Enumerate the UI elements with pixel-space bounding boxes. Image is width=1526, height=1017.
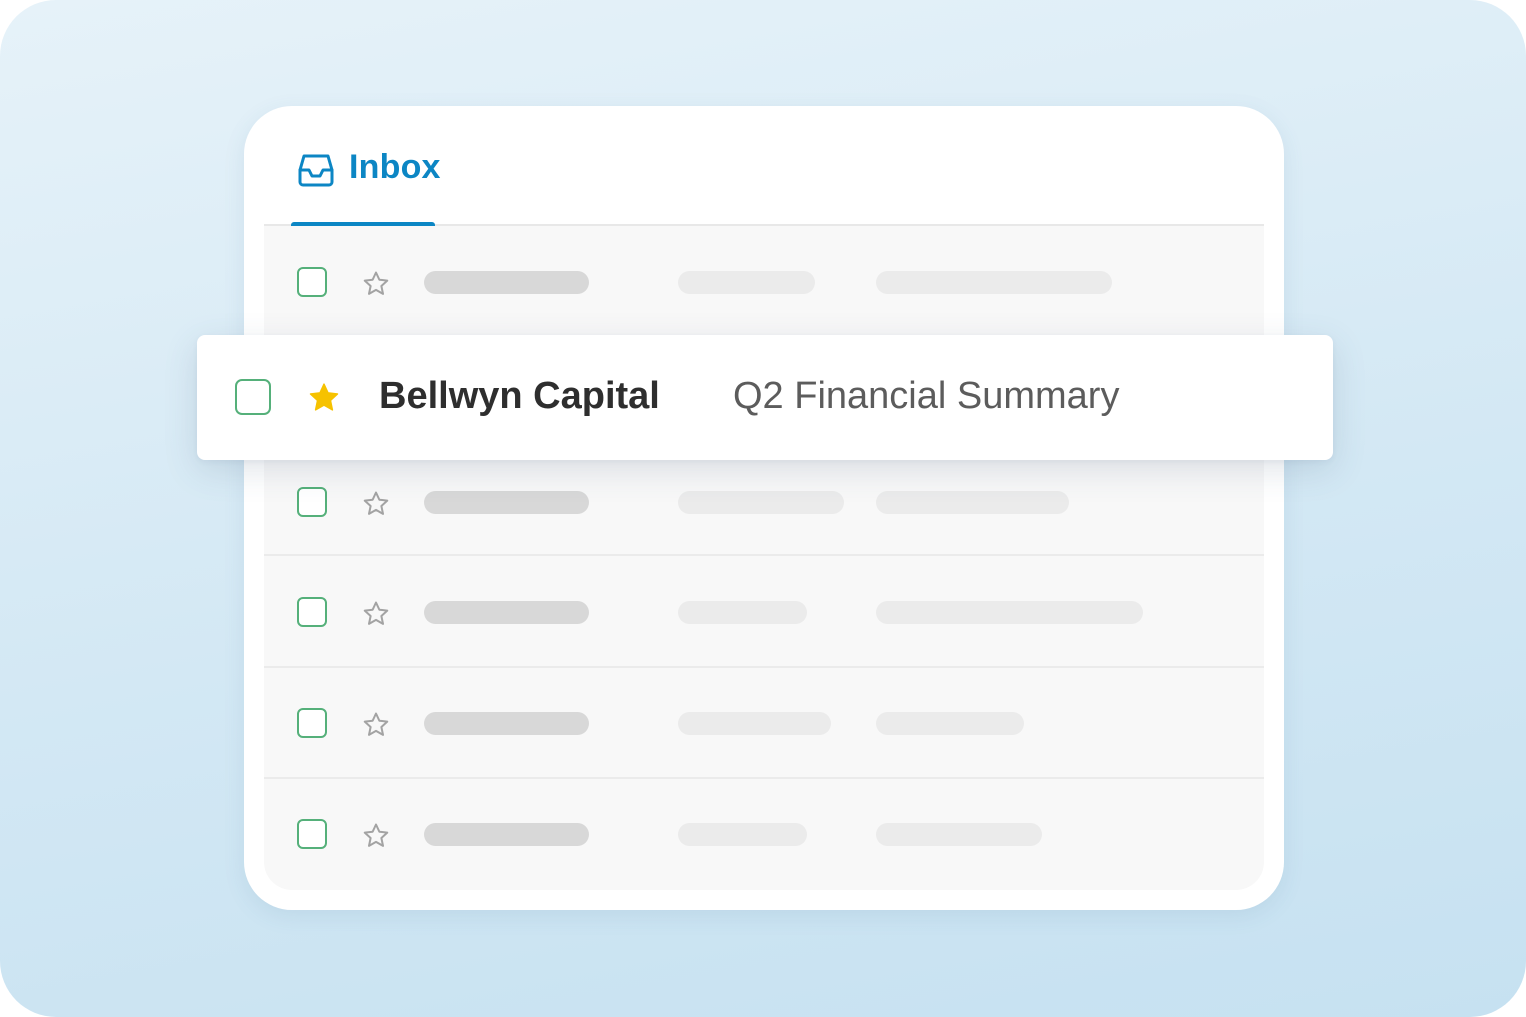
tab-bar: Inbox — [264, 106, 1264, 226]
preview-placeholder — [876, 601, 1143, 624]
select-checkbox[interactable] — [297, 267, 327, 297]
email-list — [264, 226, 1264, 890]
inbox-tray-icon — [297, 152, 335, 188]
sender-placeholder — [424, 823, 589, 846]
select-checkbox[interactable] — [297, 597, 327, 627]
star-outline-icon[interactable] — [361, 269, 391, 299]
email-row[interactable] — [264, 667, 1264, 779]
select-checkbox[interactable] — [297, 819, 327, 849]
subject-placeholder — [678, 823, 807, 846]
star-outline-icon[interactable] — [361, 599, 391, 629]
email-row[interactable] — [264, 778, 1264, 888]
select-checkbox[interactable] — [297, 708, 327, 738]
page-background: Inbox Bellwyn Capital Q2 Financial Summa… — [0, 0, 1526, 1017]
preview-placeholder — [876, 491, 1069, 514]
subject-placeholder — [678, 491, 844, 514]
tab-label: Inbox — [349, 148, 441, 186]
sender-placeholder — [424, 601, 589, 624]
sender-placeholder — [424, 271, 589, 294]
star-outline-icon[interactable] — [361, 821, 391, 851]
featured-email-row[interactable]: Bellwyn Capital Q2 Financial Summary — [197, 335, 1333, 460]
subject-placeholder — [678, 601, 807, 624]
email-row[interactable] — [264, 226, 1264, 338]
email-subject: Q2 Financial Summary — [733, 375, 1120, 417]
tab-inbox[interactable]: Inbox — [291, 138, 440, 226]
star-filled-icon[interactable] — [306, 380, 342, 416]
star-outline-icon[interactable] — [361, 489, 391, 519]
select-checkbox[interactable] — [235, 379, 271, 415]
select-checkbox[interactable] — [297, 487, 327, 517]
star-outline-icon[interactable] — [361, 710, 391, 740]
email-sender: Bellwyn Capital — [379, 375, 660, 417]
sender-placeholder — [424, 491, 589, 514]
email-row[interactable] — [264, 556, 1264, 668]
subject-placeholder — [678, 271, 815, 294]
preview-placeholder — [876, 712, 1024, 735]
mail-window: Inbox — [244, 106, 1284, 910]
preview-placeholder — [876, 271, 1112, 294]
subject-placeholder — [678, 712, 831, 735]
preview-placeholder — [876, 823, 1042, 846]
sender-placeholder — [424, 712, 589, 735]
